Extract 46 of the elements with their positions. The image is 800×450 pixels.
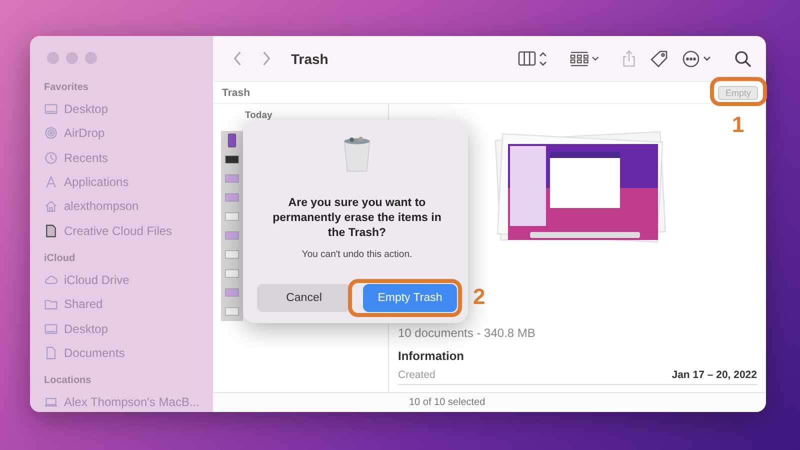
window-title: Trash [291, 50, 328, 66]
section-heading: Information [398, 349, 465, 363]
sidebar-item[interactable]: Creative Cloud Files [44, 218, 213, 243]
sidebar-section-title: Favorites [44, 82, 90, 93]
display-icon [44, 322, 58, 336]
path-label: Trash [222, 86, 250, 98]
sidebar-item[interactable]: AirDrop [44, 121, 213, 146]
empty-trash-button[interactable]: Empty Trash [363, 284, 457, 312]
group-header: Today [244, 109, 274, 123]
sidebar-item[interactable]: alexthompson [44, 194, 213, 218]
dialog-detail: You can't undo this action. [302, 248, 412, 260]
trash-can-icon [342, 134, 372, 174]
tag-icon[interactable] [650, 50, 668, 68]
display-icon [44, 102, 58, 116]
sidebar-item[interactable]: iCloud Drive [44, 268, 213, 292]
share-icon[interactable] [622, 50, 636, 67]
house-icon [44, 199, 58, 214]
info-value: Jan 17 – 20, 2022 [672, 369, 757, 381]
status-bar: 10 of 10 selected [213, 392, 766, 412]
folder-icon [44, 297, 58, 312]
sidebar-item[interactable]: Desktop [44, 316, 213, 341]
info-label: Created [398, 369, 436, 381]
search-icon[interactable] [734, 50, 752, 68]
dialog-message: Are you sure you want to permanently erase the items in the Trash? [272, 196, 442, 241]
selection-summary: 10 documents - 340.8 MB [398, 326, 536, 340]
laptop-icon [44, 395, 58, 410]
step-number: 1 [732, 112, 744, 138]
highlight-ring [710, 77, 767, 106]
more-icon[interactable] [682, 50, 712, 68]
group-icon[interactable] [570, 50, 600, 68]
sidebar-item[interactable]: Shared [44, 292, 213, 316]
clock-icon [44, 150, 58, 165]
sidebar-item[interactable]: Alex Thompson's MacB... [44, 390, 213, 412]
sidebar-item[interactable]: Applications [44, 170, 213, 194]
app-store-icon [44, 175, 58, 190]
document-icon [44, 346, 58, 360]
sidebar-item[interactable]: Recents [44, 146, 213, 170]
sidebar-section-title: iCloud [44, 252, 76, 264]
cancel-button[interactable]: Cancel [257, 284, 351, 312]
step-number: 2 [473, 284, 486, 310]
sidebar-section-title: Locations [44, 374, 92, 386]
sidebar-item[interactable]: Desktop [44, 97, 213, 122]
sidebar-item[interactable]: Documents [44, 340, 213, 365]
airdrop-icon [44, 126, 58, 140]
column-view-icon[interactable] [518, 50, 548, 68]
document-icon [44, 224, 58, 238]
